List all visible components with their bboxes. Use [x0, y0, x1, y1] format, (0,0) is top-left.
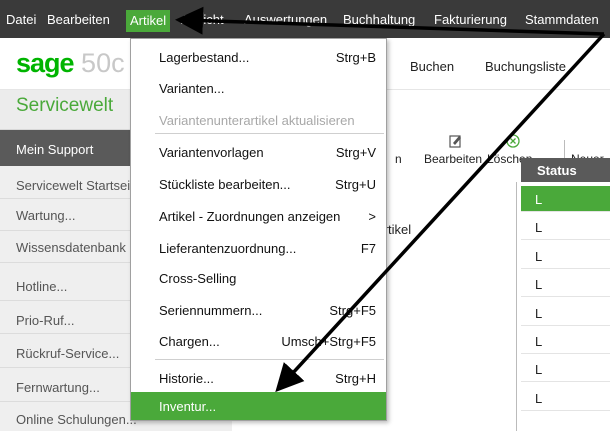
menu-item-stueckliste[interactable]: Stückliste bearbeiten... Strg+U — [131, 170, 386, 198]
sidebar-item-online-schulungen[interactable]: Online Schulungen... — [16, 412, 137, 427]
status-cell[interactable]: L — [521, 385, 610, 411]
tab-buchungsliste[interactable]: Buchungsliste — [485, 59, 566, 74]
menu-buchhaltung[interactable]: Buchhaltung — [343, 12, 415, 27]
edit-button[interactable]: Bearbeiten — [424, 152, 482, 166]
sidebar-item-wartung[interactable]: Wartung... — [16, 208, 75, 223]
menu-item-varianten[interactable]: Varianten... — [131, 74, 386, 102]
menu-item-artikel-zuordnungen[interactable]: Artikel - Zuordnungen anzeigen > — [131, 202, 386, 230]
artikel-dropdown-menu: Lagerbestand... Strg+B Varianten... Varia… — [130, 38, 387, 421]
status-column-header[interactable]: Status — [521, 158, 610, 182]
sidebar-item-prio-ruf[interactable]: Prio-Ruf... — [16, 313, 75, 328]
menu-item-cross-selling[interactable]: Cross-Selling — [131, 264, 386, 292]
menu-bar: Datei Bearbeiten Artikel Ansicht Auswert… — [0, 0, 610, 38]
toolbar-cut-label: n — [395, 152, 402, 166]
menu-stammdaten[interactable]: Stammdaten — [525, 12, 599, 27]
menu-item-historie[interactable]: Historie... Strg+H — [131, 364, 386, 392]
submenu-arrow-icon: > — [368, 209, 376, 224]
status-cell[interactable]: L — [521, 328, 610, 354]
menu-fakturierung[interactable]: Fakturierung — [434, 12, 507, 27]
grid-border — [516, 182, 517, 431]
menu-item-lagerbestand[interactable]: Lagerbestand... Strg+B — [131, 43, 386, 71]
sidebar-item-wissensdatenbank[interactable]: Wissensdatenbank — [16, 240, 126, 255]
menu-artikel[interactable]: Artikel — [126, 10, 171, 32]
sidebar-item-hotline[interactable]: Hotline... — [16, 279, 67, 294]
menu-separator — [155, 359, 384, 360]
menu-item-variantenunterartikel: Variantenunterartikel aktualisieren — [159, 113, 355, 128]
status-cell[interactable]: L — [521, 356, 610, 382]
menu-datei[interactable]: Datei — [6, 12, 36, 27]
menu-item-variantenvorlagen[interactable]: Variantenvorlagen Strg+V — [131, 138, 386, 166]
menu-item-inventur[interactable]: Inventur... — [131, 392, 386, 420]
sidebar-item-fernwartung[interactable]: Fernwartung... — [16, 380, 100, 395]
menu-ansicht[interactable]: Ansicht — [181, 12, 224, 27]
menu-separator — [155, 133, 384, 134]
status-cell[interactable]: L — [521, 271, 610, 297]
delete-icon[interactable] — [506, 134, 520, 152]
menu-item-chargen[interactable]: Chargen... Umsch+Strg+F5 — [131, 327, 386, 355]
sidebar-item-servicewelt-startseite[interactable]: Servicewelt Startseite — [16, 178, 141, 193]
status-cell[interactable]: L — [521, 186, 610, 212]
menu-item-seriennummern[interactable]: Seriennummern... Strg+F5 — [131, 296, 386, 324]
edit-icon[interactable] — [449, 134, 462, 152]
status-cell[interactable]: L — [521, 214, 610, 240]
status-cell[interactable]: L — [521, 300, 610, 326]
menu-auswertungen[interactable]: Auswertungen — [244, 12, 327, 27]
tab-buchen[interactable]: Buchen — [410, 59, 454, 74]
menu-item-lieferantenzuordnung[interactable]: Lieferantenzuordnung... F7 — [131, 234, 386, 262]
sidebar-item-rueckruf-service[interactable]: Rückruf-Service... — [16, 346, 119, 361]
menu-bearbeiten[interactable]: Bearbeiten — [47, 12, 110, 27]
status-cell[interactable]: L — [521, 243, 610, 269]
sage-logo: sage 50c — [16, 48, 125, 78]
